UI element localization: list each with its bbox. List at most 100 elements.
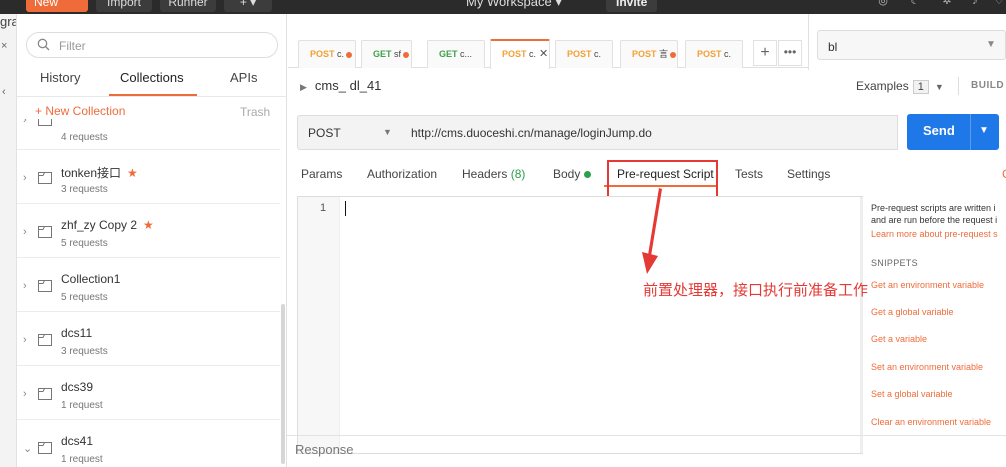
tab-headers[interactable]: Headers (8) xyxy=(462,167,525,181)
collection-name-text: tonken接口 xyxy=(61,166,122,180)
collection-request-count: 3 requests xyxy=(61,184,108,195)
method-label: POST xyxy=(567,49,592,59)
settings-icon[interactable]: ✲ xyxy=(940,0,954,8)
tab-params[interactable]: Params xyxy=(301,167,342,181)
workspace-selector[interactable]: My Workspace ▾ xyxy=(466,0,562,12)
request-title[interactable]: ▶ cms_ dl_41 xyxy=(300,78,381,93)
chevron-right-icon[interactable]: › xyxy=(23,388,27,400)
import-button[interactable]: Import xyxy=(96,0,152,12)
chevron-right-icon[interactable]: › xyxy=(23,172,27,184)
request-tab[interactable]: POST c. xyxy=(555,40,613,68)
notification-icon[interactable]: ♪ xyxy=(968,0,982,8)
tab-name: c... xyxy=(460,49,473,59)
snippet-link[interactable]: Clear an environment variable xyxy=(871,417,991,427)
send-dropdown-icon[interactable]: ▼ xyxy=(979,125,989,136)
collection-name: dcs41 xyxy=(61,434,94,448)
collection-item[interactable]: ⌄ dcs41 1 request xyxy=(17,420,280,467)
collection-item[interactable]: › tonken接口 ★ 3 requests xyxy=(17,150,280,204)
examples-dropdown[interactable]: Examples 1 ▼ xyxy=(856,79,944,94)
star-icon[interactable]: ★ xyxy=(127,166,138,180)
collection-list: › 4 requests › tonken接口 ★ 3 requests › zh… xyxy=(17,119,280,467)
collection-name: zhf_zy Copy 2 ★ xyxy=(61,218,154,232)
chevron-right-icon[interactable]: › xyxy=(23,280,27,292)
chevron-left-icon[interactable]: ‹ xyxy=(2,86,6,98)
examples-count-badge: 1 xyxy=(912,80,929,94)
collection-item[interactable]: › Collection1 5 requests xyxy=(17,258,280,312)
invite-button[interactable]: Invite xyxy=(606,0,658,12)
sidebar: Filter History Collections APIs + New Co… xyxy=(17,14,287,467)
snippets-panel: Pre-request scripts are written i and ar… xyxy=(870,196,1006,436)
tab-body[interactable]: Body xyxy=(553,167,592,181)
collection-item[interactable]: › dcs11 3 requests xyxy=(17,312,280,366)
sidebar-scrollbar[interactable] xyxy=(281,304,285,464)
more-tabs-button[interactable]: ••• xyxy=(778,40,802,66)
method-label: POST xyxy=(310,49,335,59)
collection-request-count: 5 requests xyxy=(61,292,108,303)
method-value: POST xyxy=(308,126,341,140)
snippet-link[interactable]: Get a variable xyxy=(871,334,927,344)
tab-apis[interactable]: APIs xyxy=(230,70,257,85)
heart-icon[interactable]: ♡ xyxy=(992,0,1006,8)
top-toolbar: New Import Runner + ▾ My Workspace ▾ Inv… xyxy=(0,0,1006,14)
collection-name: dcs11 xyxy=(61,326,93,340)
sync-icon[interactable]: ◎ xyxy=(876,0,890,8)
folder-icon xyxy=(38,119,52,126)
new-tab-dropdown-button[interactable]: + ▾ xyxy=(224,0,272,12)
snippet-link[interactable]: Get a global variable xyxy=(871,307,954,317)
panel-description-line: and are run before the request i xyxy=(871,215,998,225)
chevron-down-icon[interactable]: ⌄ xyxy=(23,442,32,455)
script-editor[interactable]: 1 xyxy=(297,196,863,454)
new-tab-button[interactable]: + xyxy=(753,40,777,66)
tab-tests[interactable]: Tests xyxy=(735,167,763,181)
environment-selector[interactable]: bl ▼ xyxy=(817,30,1006,60)
runner-button[interactable]: Runner xyxy=(160,0,216,12)
learn-more-link[interactable]: Learn more about pre-request s xyxy=(871,229,998,239)
tab-settings[interactable]: Settings xyxy=(787,167,830,181)
snippet-link[interactable]: Set an environment variable xyxy=(871,362,983,372)
snippet-link[interactable]: Set a global variable xyxy=(871,389,953,399)
request-tab[interactable]: GET sf xyxy=(361,40,412,68)
url-input[interactable]: http://cms.duoceshi.cn/manage/loginJump.… xyxy=(400,115,898,150)
tab-authorization[interactable]: Authorization xyxy=(367,167,437,181)
chevron-right-icon[interactable]: › xyxy=(23,119,27,126)
panel-description-line: Pre-request scripts are written i xyxy=(871,203,996,213)
chevron-right-icon[interactable]: › xyxy=(23,226,27,238)
new-collection-button[interactable]: + New Collection xyxy=(35,104,125,118)
collection-item[interactable]: › dcs39 1 request xyxy=(17,366,280,420)
expand-triangle-icon[interactable]: ▶ xyxy=(300,82,307,92)
method-select[interactable]: POST ▼ xyxy=(297,115,401,150)
request-tab-active[interactable]: POST c. ✕ xyxy=(490,39,550,69)
divider xyxy=(17,96,287,97)
request-tab[interactable]: POST 言 xyxy=(620,40,678,68)
cookies-link[interactable]: C xyxy=(1002,167,1006,181)
folder-icon xyxy=(38,388,52,400)
search-icon xyxy=(37,38,50,51)
tab-collections[interactable]: Collections xyxy=(120,70,184,85)
collection-item[interactable]: › 4 requests xyxy=(17,119,280,150)
request-tab[interactable]: GET c... xyxy=(427,40,485,68)
response-label: Response xyxy=(295,442,354,457)
new-button[interactable]: New xyxy=(26,0,88,12)
chevron-right-icon[interactable]: › xyxy=(23,334,27,346)
star-icon[interactable]: ★ xyxy=(143,218,154,232)
send-button[interactable]: Send ▼ xyxy=(907,114,999,150)
response-panel[interactable]: Response xyxy=(287,435,1006,467)
panel-description: Pre-request scripts are written i and ar… xyxy=(871,202,1006,226)
trash-link[interactable]: Trash xyxy=(240,105,270,119)
close-tab-icon[interactable]: ✕ xyxy=(539,48,548,60)
headers-count: (8) xyxy=(510,167,526,181)
editor-scrollbar[interactable] xyxy=(860,197,863,453)
collection-item[interactable]: › zhf_zy Copy 2 ★ 5 requests xyxy=(17,204,280,258)
tab-history[interactable]: History xyxy=(40,70,80,85)
line-number: 1 xyxy=(320,202,327,214)
unsaved-dot-icon xyxy=(346,51,353,58)
request-tab[interactable]: POST c. xyxy=(298,40,356,68)
build-mode-toggle[interactable]: BUILD xyxy=(971,80,1004,91)
request-tab[interactable]: POST c. xyxy=(685,40,743,68)
line-gutter: 1 xyxy=(298,197,340,453)
close-icon[interactable]: × xyxy=(1,40,7,52)
snippet-link[interactable]: Get an environment variable xyxy=(871,280,984,290)
tab-headers-label: Headers xyxy=(462,167,508,181)
search-input[interactable]: Filter xyxy=(26,32,278,58)
interceptor-icon[interactable]: ☾ xyxy=(908,0,922,8)
